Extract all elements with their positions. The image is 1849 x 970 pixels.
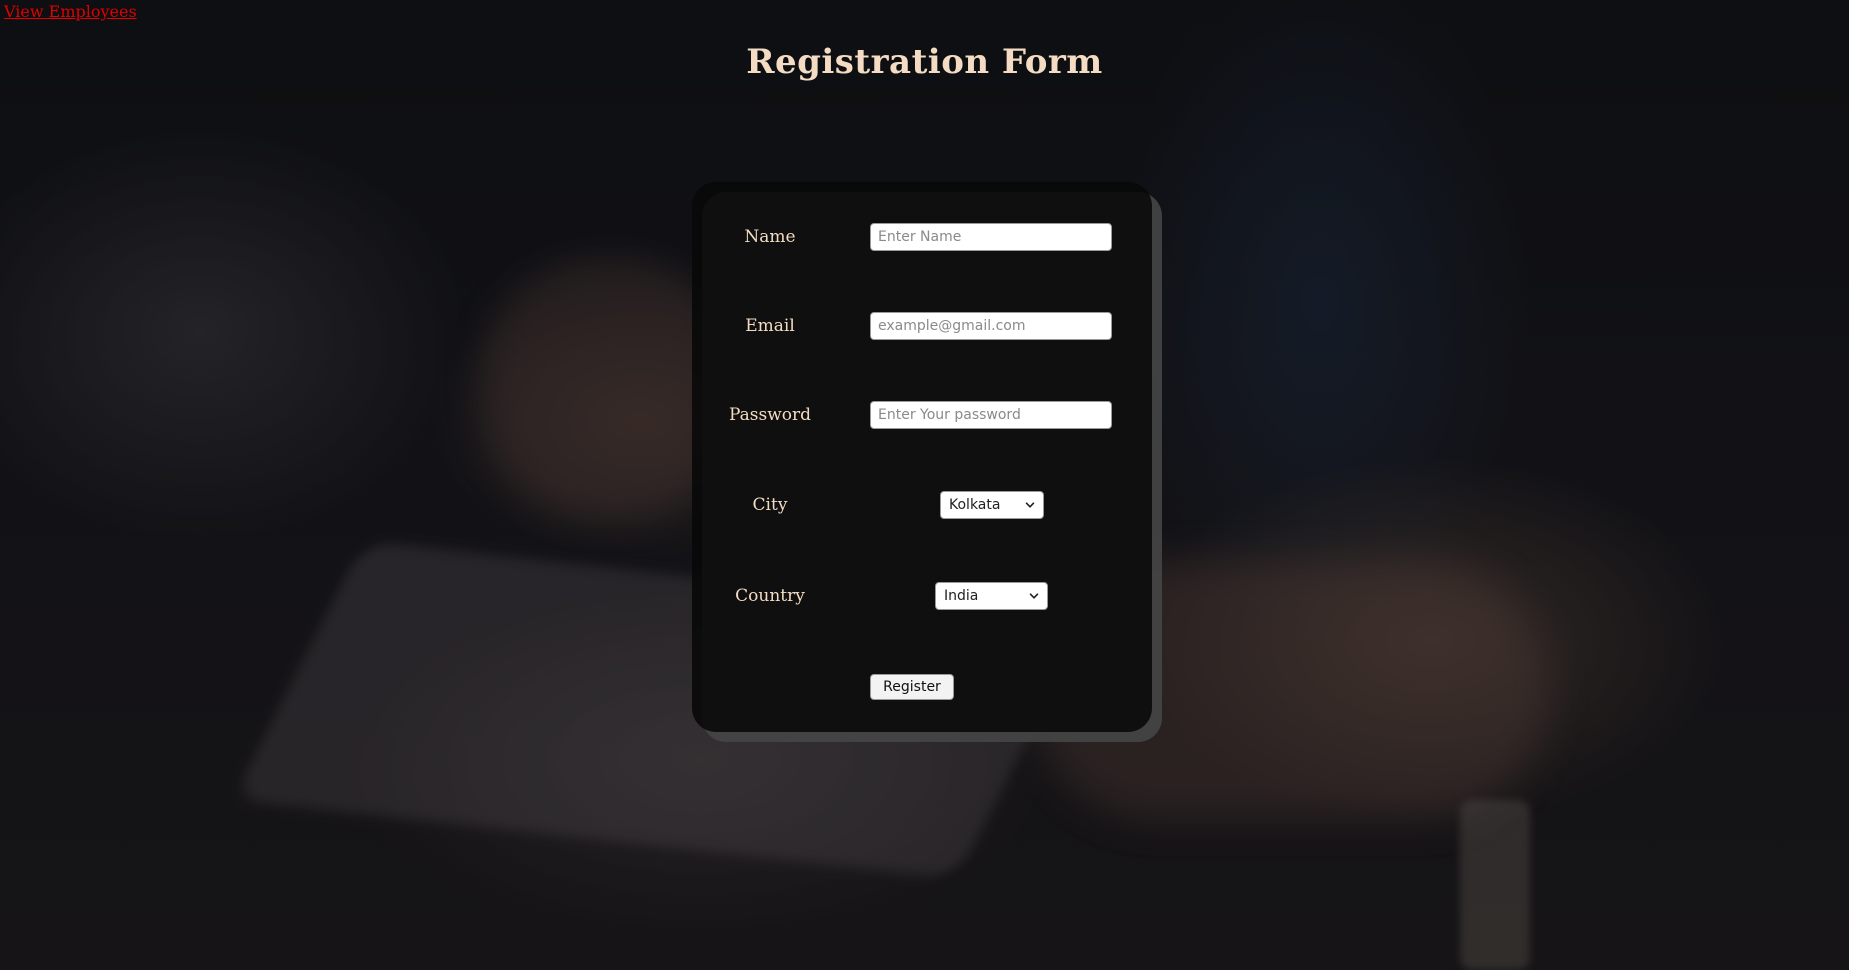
password-label: Password xyxy=(728,405,812,425)
country-selected-value: India xyxy=(944,588,979,604)
email-label: Email xyxy=(745,316,795,336)
registration-form-card xyxy=(692,182,1152,732)
password-row: Password xyxy=(692,395,1152,435)
view-employees-link[interactable]: View Employees xyxy=(4,2,137,21)
register-button[interactable]: Register xyxy=(870,674,954,700)
email-input[interactable] xyxy=(870,312,1112,340)
page-title: Registration Form xyxy=(746,42,1103,82)
city-selected-value: Kolkata xyxy=(949,497,1001,513)
name-input[interactable] xyxy=(870,223,1112,251)
country-label: Country xyxy=(735,586,805,606)
city-label: City xyxy=(752,495,788,515)
country-select[interactable]: India xyxy=(935,582,1048,610)
email-row: Email xyxy=(692,306,1152,346)
password-input[interactable] xyxy=(870,401,1112,429)
country-row: Country India xyxy=(692,576,1152,616)
name-label: Name xyxy=(744,227,796,247)
city-select[interactable]: Kolkata xyxy=(940,491,1044,519)
chevron-down-icon xyxy=(1025,502,1035,508)
chevron-down-icon xyxy=(1029,593,1039,599)
city-row: City Kolkata xyxy=(692,485,1152,525)
name-row: Name xyxy=(692,217,1152,257)
